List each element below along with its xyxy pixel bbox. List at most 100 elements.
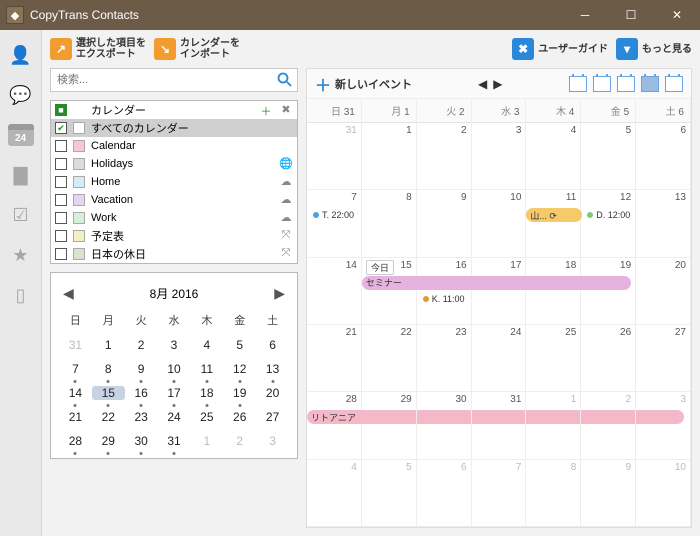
calendar-row[interactable]: ✔すべてのカレンダー [51, 119, 297, 137]
mini-day[interactable]: 22 [92, 410, 125, 424]
month-cell[interactable]: 22 [362, 325, 417, 392]
month-cell[interactable]: 30 [417, 392, 472, 459]
mini-day[interactable]: 31 [59, 338, 92, 352]
view-week-button[interactable] [593, 76, 611, 92]
calendar-checkbox[interactable]: ✔ [55, 122, 67, 134]
new-event-button[interactable]: ＋ 新しいイベント [315, 72, 412, 96]
mini-day[interactable]: 13 [256, 362, 289, 376]
month-cell[interactable]: 2 [417, 123, 472, 190]
mini-prev-button[interactable]: ◀ [63, 285, 74, 302]
month-cell[interactable]: 20 [636, 258, 691, 325]
mini-day[interactable]: 6 [256, 338, 289, 352]
month-cell[interactable]: 4 [307, 460, 362, 527]
month-cell[interactable]: 5 [581, 123, 636, 190]
prev-period-button[interactable]: ◀ [478, 77, 487, 91]
month-cell[interactable]: 26 [581, 325, 636, 392]
mini-day[interactable]: 11 [190, 362, 223, 376]
calendar-checkbox[interactable] [55, 176, 67, 188]
mini-day[interactable]: 24 [158, 410, 191, 424]
month-cell[interactable]: 11山... ⟳ [526, 190, 581, 257]
mini-day[interactable]: 8 [92, 362, 125, 376]
mini-day[interactable]: 17 [158, 386, 191, 400]
view-list-button[interactable] [665, 76, 683, 92]
mini-day[interactable]: 20 [256, 386, 289, 400]
month-cell[interactable]: 31 [472, 392, 527, 459]
more-button[interactable]: ▾ もっと見る [616, 38, 692, 60]
month-cell[interactable]: 6 [417, 460, 472, 527]
calendar-row[interactable]: Home☁ [51, 173, 297, 191]
add-calendar-icon[interactable]: ＋ [259, 103, 273, 117]
remove-calendar-icon[interactable]: ✖ [279, 103, 293, 117]
mini-day[interactable]: 12 [223, 362, 256, 376]
mini-day[interactable]: 9 [125, 362, 158, 376]
month-cell[interactable]: 8 [362, 190, 417, 257]
mini-day[interactable]: 18 [190, 386, 223, 400]
maximize-button[interactable]: ☐ [608, 0, 654, 30]
calendar-checkbox[interactable] [55, 140, 67, 152]
mini-day[interactable]: 23 [125, 410, 158, 424]
month-cell[interactable]: 1 [526, 392, 581, 459]
mini-day[interactable]: 15 [92, 386, 125, 400]
month-cell[interactable]: 6 [636, 123, 691, 190]
calendar-event[interactable]: K. 11:00 [419, 292, 469, 306]
mini-day[interactable]: 19 [223, 386, 256, 400]
month-cell[interactable]: 16K. 11:00 [417, 258, 472, 325]
export-button[interactable]: ↗ 選択した項目をエクスポート [50, 38, 146, 60]
import-button[interactable]: ↘ カレンダーをインポート [154, 38, 240, 60]
device-icon[interactable]: ▯ [10, 284, 32, 306]
calendar-row[interactable]: 予定表⤧ [51, 227, 297, 245]
calendar-checkbox[interactable] [55, 230, 67, 242]
month-cell[interactable]: 9 [581, 460, 636, 527]
mini-day[interactable]: 3 [256, 434, 289, 448]
month-cell[interactable]: 27 [636, 325, 691, 392]
tasks-icon[interactable]: ☑ [10, 204, 32, 226]
month-cell[interactable]: 10 [472, 190, 527, 257]
search-icon[interactable] [276, 71, 294, 89]
month-cell[interactable]: 21 [307, 325, 362, 392]
mini-day[interactable]: 2 [125, 338, 158, 352]
month-cell[interactable]: 28リトアニア [307, 392, 362, 459]
messages-icon[interactable]: 💬 [10, 84, 32, 106]
month-cell[interactable]: 29 [362, 392, 417, 459]
view-month-button[interactable] [641, 76, 659, 92]
month-cell[interactable]: 31 [307, 123, 362, 190]
user-guide-button[interactable]: ✖ ユーザーガイド [512, 38, 608, 60]
month-cell[interactable]: 17 [472, 258, 527, 325]
mini-day[interactable]: 7 [59, 362, 92, 376]
master-checkbox[interactable]: ■ [55, 104, 67, 116]
calendar-event[interactable]: T. 22:00 [309, 208, 358, 222]
month-cell[interactable]: 23 [417, 325, 472, 392]
month-cell[interactable]: 2 [581, 392, 636, 459]
mini-day[interactable]: 25 [190, 410, 223, 424]
month-cell[interactable]: 13 [636, 190, 691, 257]
mini-day[interactable]: 10 [158, 362, 191, 376]
mini-day[interactable]: 14 [59, 386, 92, 400]
mini-day[interactable]: 16 [125, 386, 158, 400]
calendar-checkbox[interactable] [55, 248, 67, 260]
month-cell[interactable]: 14 [307, 258, 362, 325]
calendar-row[interactable]: Work☁ [51, 209, 297, 227]
month-cell[interactable]: 7T. 22:00 [307, 190, 362, 257]
mini-day[interactable]: 31 [158, 434, 191, 448]
mini-day[interactable]: 26 [223, 410, 256, 424]
month-cell[interactable]: 7 [472, 460, 527, 527]
month-cell[interactable]: 1 [362, 123, 417, 190]
mini-day[interactable]: 2 [223, 434, 256, 448]
notes-icon[interactable]: ▇ [10, 164, 32, 186]
mini-day[interactable]: 28 [59, 434, 92, 448]
mini-day[interactable]: 30 [125, 434, 158, 448]
mini-day[interactable]: 3 [158, 338, 191, 352]
bookmarks-icon[interactable]: ★ [10, 244, 32, 266]
minimize-button[interactable]: ─ [562, 0, 608, 30]
month-cell[interactable]: 25 [526, 325, 581, 392]
mini-next-button[interactable]: ▶ [274, 285, 285, 302]
calendar-checkbox[interactable] [55, 212, 67, 224]
mini-day[interactable]: 1 [190, 434, 223, 448]
month-cell[interactable]: 8 [526, 460, 581, 527]
calendar-event[interactable]: セミナー [362, 276, 631, 290]
month-cell[interactable]: 3 [472, 123, 527, 190]
mini-day[interactable]: 5 [223, 338, 256, 352]
mini-day[interactable]: 1 [92, 338, 125, 352]
mini-day[interactable]: 29 [92, 434, 125, 448]
contacts-icon[interactable]: 👤 [10, 44, 32, 66]
